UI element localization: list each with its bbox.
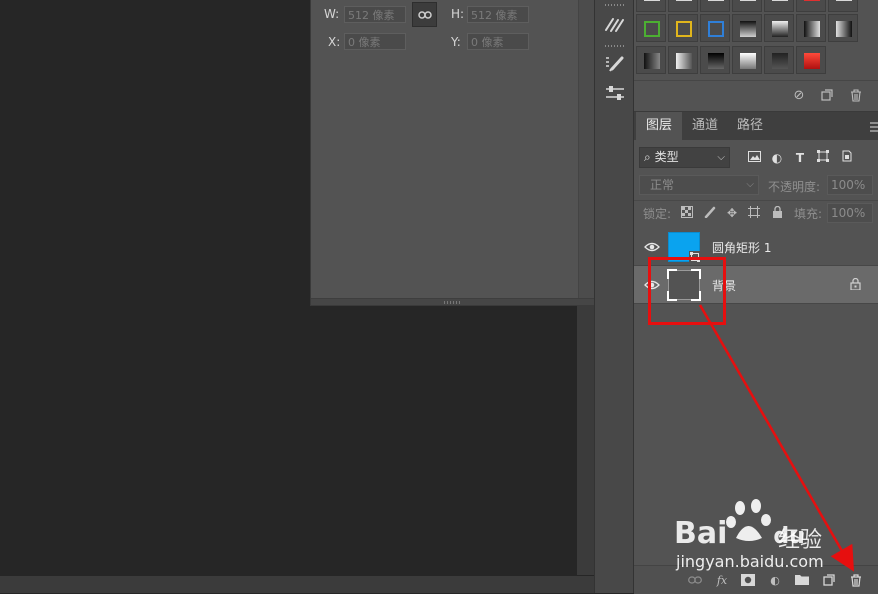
annotation-arrow (698, 304, 855, 572)
